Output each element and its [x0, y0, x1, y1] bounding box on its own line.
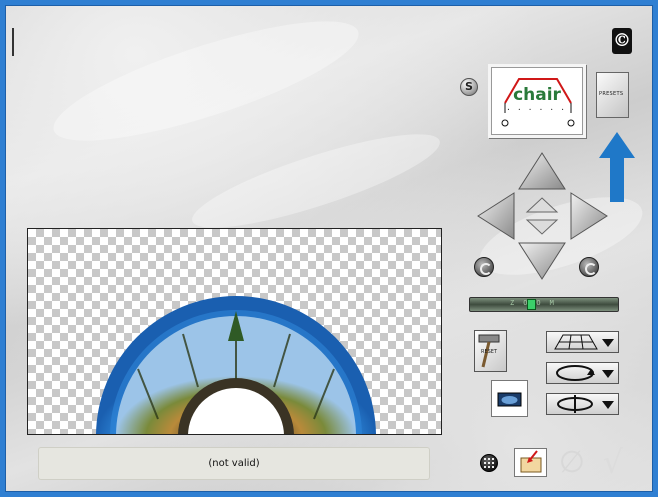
rotate-right-button[interactable] — [579, 257, 599, 277]
thumbnail-text: chair — [513, 85, 561, 105]
small-up-button[interactable] — [525, 196, 559, 214]
image-thumbnail-icon — [497, 392, 522, 407]
background-streak — [184, 117, 448, 245]
folder-icon — [520, 450, 542, 473]
zoom-thumb[interactable] — [527, 299, 536, 310]
chevron-down-icon — [602, 401, 614, 409]
open-folder-button[interactable] — [514, 448, 547, 477]
zoom-label: ZOOM — [510, 299, 563, 307]
cancel-button[interactable]: ∅ — [557, 448, 587, 478]
preset-thumbnail[interactable]: chair • • • • • • — [488, 64, 586, 138]
arrow-left-button[interactable] — [476, 191, 516, 241]
grid-icon — [484, 458, 494, 468]
preview-canvas[interactable] — [27, 228, 442, 435]
rotate-left-button[interactable] — [474, 257, 494, 277]
cancel-icon: ∅ — [558, 445, 586, 480]
grid-button[interactable] — [480, 454, 498, 472]
ok-button[interactable]: √ — [597, 446, 629, 478]
checkmark-icon: √ — [602, 443, 624, 481]
presets-button[interactable]: PRESETS — [596, 72, 629, 118]
chair-logo-icon: chair • • • • • • — [501, 78, 575, 127]
s-button[interactable]: S — [460, 78, 478, 96]
chevron-down-icon — [602, 339, 614, 347]
chevron-down-icon — [602, 370, 614, 378]
small-down-button[interactable] — [525, 218, 559, 236]
reset-label: RESET — [481, 349, 498, 355]
svg-text:• • • • • •: • • • • • • — [507, 107, 567, 112]
status-bar: (not valid) — [38, 447, 430, 480]
perspective-grid-icon — [554, 334, 598, 350]
zoom-slider[interactable]: ZOOM — [469, 297, 619, 312]
reset-button[interactable]: RESET — [474, 330, 507, 372]
flip-mode-dropdown[interactable] — [546, 393, 619, 415]
image-button[interactable] — [491, 380, 528, 417]
presets-button-label: PRESETS — [599, 91, 624, 97]
arrow-up-button[interactable] — [517, 151, 567, 191]
perspective-mode-dropdown[interactable] — [546, 331, 619, 353]
copyright-icon[interactable]: © — [612, 28, 632, 54]
preview-image — [96, 296, 376, 434]
arrow-down-button[interactable] — [517, 241, 567, 281]
flip-ellipse-icon — [557, 395, 593, 413]
rotate-ellipse-icon — [556, 365, 595, 381]
arrow-right-button[interactable] — [569, 191, 609, 241]
background-streak — [43, 0, 369, 164]
rotation-mode-dropdown[interactable] — [546, 362, 619, 384]
window-edge-mark — [12, 28, 14, 56]
